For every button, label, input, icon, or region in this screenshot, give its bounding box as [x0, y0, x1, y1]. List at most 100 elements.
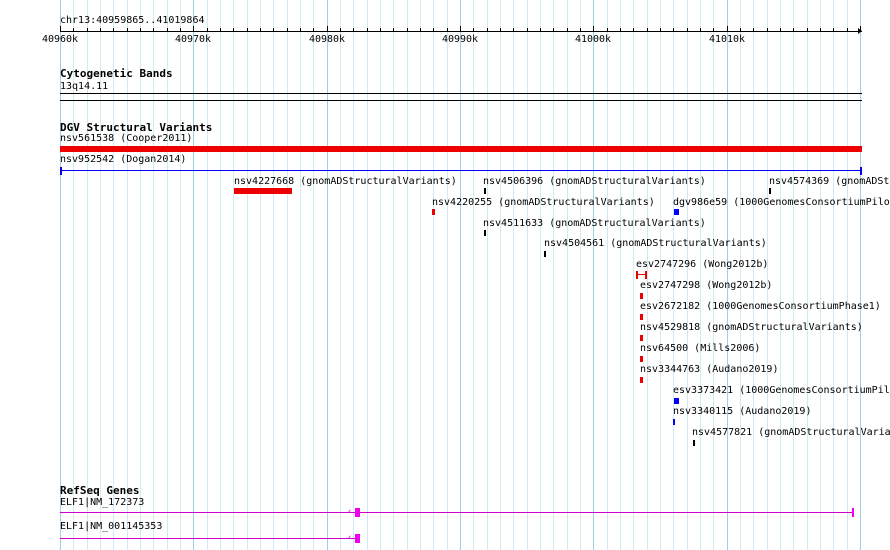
dgv-feature-label[interactable]: esv2747296 (Wong2012b): [636, 259, 768, 271]
ruler-tick-label: 40970k: [174, 34, 212, 45]
grid-line: [287, 0, 288, 550]
grid-line: [207, 0, 208, 550]
grid-line: [793, 0, 794, 550]
grid-line: [500, 0, 501, 550]
dgv-feature-label[interactable]: nsv3344763 (Audano2019): [640, 364, 778, 376]
dgv-feature-glyph[interactable]: [640, 293, 643, 299]
track-title-cytoband[interactable]: Cytogenetic Bands: [60, 67, 173, 80]
ruler-tick-label: 41000k: [574, 34, 612, 45]
ruler-minor-tick: [753, 28, 754, 31]
dgv-feature-label[interactable]: nsv4504561 (gnomADStructuralVariants): [544, 238, 767, 250]
grid-line: [180, 0, 181, 550]
ruler-minor-tick: [100, 28, 101, 31]
dgv-feature-label[interactable]: nsv3340115 (Audano2019): [673, 406, 811, 418]
dgv-feature-glyph[interactable]: [674, 398, 679, 404]
dgv-feature-glyph[interactable]: [234, 188, 292, 194]
dgv-feature-glyph[interactable]: [769, 188, 771, 194]
grid-line: [167, 0, 168, 550]
gene-intron-line: [60, 538, 358, 539]
ruler-minor-tick: [233, 28, 234, 31]
dgv-feature-label[interactable]: nsv4529818 (gnomADStructuralVariants): [640, 322, 863, 334]
dgv-feature-label[interactable]: nsv4577821 (gnomADStructuralVaria: [692, 427, 890, 439]
dgv-feature-glyph[interactable]: [544, 251, 546, 257]
grid-line: [567, 0, 568, 550]
grid-line: [860, 0, 861, 550]
ruler-minor-tick: [740, 28, 741, 31]
ruler-minor-tick: [540, 28, 541, 31]
dgv-feature-label[interactable]: esv2672182 (1000GenomesConsortiumPhase1): [640, 301, 881, 313]
dgv-feature-glyph[interactable]: [693, 440, 695, 446]
gene-exon[interactable]: [852, 508, 854, 517]
dgv-feature-glyph[interactable]: [60, 170, 862, 171]
grid-line: [820, 0, 821, 550]
dgv-feature-label[interactable]: nsv952542 (Dogan2014): [60, 154, 186, 166]
ruler-minor-tick: [180, 28, 181, 31]
dgv-feature-label[interactable]: esv3373421 (1000GenomesConsortiumPilo: [673, 385, 890, 397]
ruler-minor-tick: [713, 28, 714, 31]
dgv-feature-label[interactable]: nsv4511633 (gnomADStructuralVariants): [483, 218, 706, 230]
dgv-feature-glyph[interactable]: [484, 188, 486, 194]
dgv-feature-label[interactable]: nsv4227668 (gnomADStructuralVariants): [234, 176, 457, 188]
ruler-minor-tick: [833, 28, 834, 31]
grid-line: [593, 0, 594, 550]
grid-line: [233, 0, 234, 550]
position-label: chr13:40959865..41019864: [60, 15, 205, 26]
ruler-minor-tick: [847, 28, 848, 31]
ruler-minor-tick: [660, 28, 661, 31]
ruler-minor-tick: [113, 28, 114, 31]
dgv-feature-label[interactable]: nsv4506396 (gnomADStructuralVariants): [483, 176, 706, 188]
ruler-minor-tick: [73, 28, 74, 31]
grid-line: [127, 0, 128, 550]
dgv-feature-label[interactable]: dgv986e59 (1000GenomesConsortiumPilo: [673, 197, 890, 209]
ruler-tick-label: 40960k: [41, 34, 79, 45]
ruler-minor-tick: [273, 28, 274, 31]
grid-line: [713, 0, 714, 550]
dgv-feature-endcap: [636, 271, 638, 279]
dgv-feature-glyph[interactable]: [674, 209, 679, 215]
ruler-major-tick: [327, 26, 328, 32]
gene-exon[interactable]: [355, 508, 360, 517]
dgv-feature-glyph[interactable]: [640, 335, 643, 341]
ruler-minor-tick: [633, 28, 634, 31]
ruler-major-tick: [727, 26, 728, 32]
track-title-refseq[interactable]: RefSeq Genes: [60, 484, 139, 497]
dgv-feature-glyph[interactable]: [60, 146, 862, 152]
dgv-feature-label[interactable]: nsv4220255 (gnomADStructuralVariants): [432, 197, 655, 209]
cytoband-bottom-line: [60, 100, 862, 101]
grid-line: [393, 0, 394, 550]
grid-line: [673, 0, 674, 550]
dgv-feature-glyph[interactable]: [640, 377, 643, 383]
grid-line: [300, 0, 301, 550]
gene-intron-line: [60, 512, 852, 513]
dgv-feature-glyph[interactable]: [640, 314, 643, 320]
ruler-minor-tick: [127, 28, 128, 31]
gene-label[interactable]: ELF1|NM_001145353: [60, 521, 162, 533]
ruler-minor-tick: [207, 28, 208, 31]
grid-line: [327, 0, 328, 550]
ruler-minor-tick: [820, 28, 821, 31]
ruler-minor-tick: [567, 28, 568, 31]
ruler-minor-tick: [313, 28, 314, 31]
gene-exon[interactable]: [355, 534, 360, 543]
dgv-feature-label[interactable]: nsv64500 (Mills2006): [640, 343, 760, 355]
dgv-feature-label[interactable]: nsv4574369 (gnomADStr: [769, 176, 890, 188]
ruler-minor-tick: [380, 28, 381, 31]
grid-line: [633, 0, 634, 550]
ruler-minor-tick: [673, 28, 674, 31]
ruler-minor-tick: [447, 28, 448, 31]
dgv-feature-endcap: [60, 167, 62, 175]
gene-label[interactable]: ELF1|NM_172373: [60, 497, 144, 509]
dgv-feature-label[interactable]: esv2747298 (Wong2012b): [640, 280, 772, 292]
ruler-minor-tick: [420, 28, 421, 31]
ruler-minor-tick: [393, 28, 394, 31]
background-grid: [0, 0, 890, 550]
grid-line: [740, 0, 741, 550]
dgv-feature-glyph[interactable]: [673, 419, 675, 425]
grid-line: [620, 0, 621, 550]
dgv-feature-label[interactable]: nsv561538 (Cooper2011): [60, 133, 192, 145]
dgv-feature-glyph[interactable]: [640, 356, 643, 362]
ruler-minor-tick: [793, 28, 794, 31]
dgv-feature-glyph[interactable]: [432, 209, 435, 215]
ruler-minor-tick: [220, 28, 221, 31]
dgv-feature-glyph[interactable]: [484, 230, 486, 236]
